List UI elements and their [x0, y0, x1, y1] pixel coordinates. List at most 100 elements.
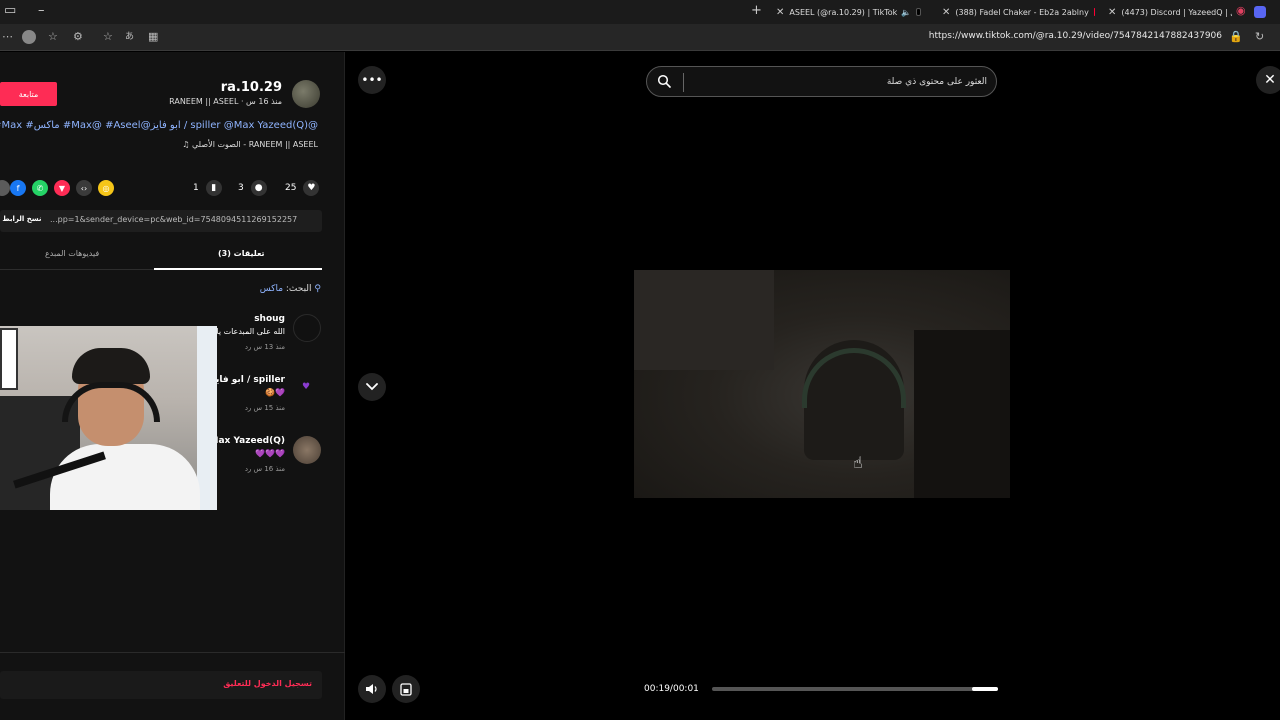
likes-count: 25: [285, 183, 297, 193]
more-options-button[interactable]: •••: [358, 66, 386, 94]
search-icon: ⚲: [314, 284, 321, 294]
tab-creator-videos[interactable]: فيديوهات المبدع: [45, 249, 99, 258]
sidebar-toggle-icon[interactable]: ▭: [4, 3, 16, 19]
search-prefix: البحث:: [285, 284, 312, 294]
close-viewer-button[interactable]: ✕: [1256, 66, 1280, 94]
embed-icon[interactable]: ‹›: [76, 180, 92, 196]
picture-in-picture-button[interactable]: [392, 675, 420, 703]
pip-icon: [400, 682, 412, 696]
webcam-overlay: [0, 326, 217, 510]
link-row: نسخ الرابط ...pp=1&sender_device=pc&web_…: [0, 210, 322, 232]
webcam-window-light: [197, 326, 217, 510]
video-link-text[interactable]: ...pp=1&sender_device=pc&web_id=75480945…: [50, 215, 297, 224]
search-separator: [683, 73, 684, 92]
webcam-hair: [72, 348, 150, 384]
webcam-shirt: [50, 444, 200, 510]
comment-meta[interactable]: منذ 13 س رد: [245, 343, 285, 351]
volume-button[interactable]: [358, 675, 386, 703]
search-icon[interactable]: [657, 74, 671, 88]
comment-avatar[interactable]: [293, 314, 321, 342]
favorites-icon[interactable]: ☆: [48, 30, 58, 44]
tab-close-icon[interactable]: ✕: [1108, 7, 1116, 18]
tab-tiktok[interactable]: ✕ ASEEL (@ra.10.29) | TikTok 🔈: [776, 3, 926, 21]
close-icon: ✕: [1264, 72, 1276, 88]
comment-author[interactable]: shoug: [254, 314, 285, 324]
tab-comments[interactable]: (3) تعليقات: [218, 249, 265, 258]
address-bar: ⋯ ☆ ⚙ ☆ あ ▦ https://www.tiktok.com/@ra.1…: [0, 24, 1280, 51]
telegram-icon[interactable]: ▼: [54, 180, 70, 196]
reload-icon[interactable]: ↻: [1255, 30, 1264, 44]
panel-tabs: فيديوهات المبدع (3) تعليقات: [0, 240, 322, 270]
search-box: [646, 66, 997, 97]
video-caption[interactable]: #Max #ماكس #Max@ #Aseel@ابو فايز / spill…: [0, 120, 318, 131]
webcam-headset: [62, 382, 160, 422]
bookmark-star-icon[interactable]: ☆: [103, 30, 113, 44]
more-share-icon[interactable]: ◎: [98, 180, 114, 196]
login-to-comment-bar[interactable]: تسجيل الدخول للتعليق: [0, 671, 322, 699]
creator-subline: RANEEM || ASEEL · منذ 16 س: [169, 97, 282, 106]
comment-text: 💜💜💜: [255, 449, 285, 458]
action-row: f ✆ ▼ ‹› ◎ 1 ▮ 3 ● 25 ♥: [0, 177, 345, 199]
whatsapp-icon[interactable]: ✆: [32, 180, 48, 196]
record-icon[interactable]: ◉: [1236, 3, 1246, 19]
bookmark-icon: ▮: [205, 180, 222, 196]
creator-avatar[interactable]: [292, 80, 320, 108]
menu-icon[interactable]: ⋯: [2, 30, 13, 44]
mute-tab-icon[interactable]: 🔈: [901, 8, 911, 17]
more-icon: •••: [361, 73, 383, 87]
creator-username[interactable]: ra.10.29: [221, 80, 282, 95]
minimize-icon[interactable]: –: [38, 3, 45, 19]
extensions-icon[interactable]: ⚙: [73, 30, 83, 44]
tiktok-icon: [916, 8, 921, 16]
next-video-button[interactable]: [358, 373, 386, 401]
follow-button[interactable]: متابعة: [0, 82, 57, 106]
comment-meta[interactable]: منذ 16 س رد: [245, 465, 285, 473]
comment-avatar[interactable]: [293, 436, 321, 464]
facebook-icon[interactable]: f: [10, 180, 26, 196]
comments-stat[interactable]: 3 ●: [238, 180, 267, 196]
tab-title: (388) Fadel Chaker - Eb2a 2ablny: [955, 7, 1089, 17]
comment-text: الله على المبدعات يا: [216, 327, 285, 336]
comment-search-hint[interactable]: البحث: ماكس ⚲: [260, 284, 321, 294]
playback-time: 00:19/00:01: [644, 684, 699, 694]
music-link[interactable]: ♫ الصوت الأصلي - RANEEM || ASEEL: [182, 140, 318, 149]
url-text[interactable]: https://www.tiktok.com/@ra.10.29/video/7…: [929, 31, 1222, 41]
video-player[interactable]: [634, 270, 1010, 498]
translate-icon[interactable]: あ: [125, 30, 134, 44]
tab-close-icon[interactable]: ✕: [942, 7, 950, 18]
comment-text: 🍪💜: [265, 388, 285, 397]
divider: [0, 652, 345, 653]
speaker-icon: [366, 684, 377, 694]
tab-title: (4473) Discord | YazeedQ | ي...: [1121, 7, 1232, 17]
comment-author[interactable]: Max Yazeed(Q): [210, 436, 286, 446]
video-background-shape: [914, 330, 1010, 498]
tab-discord[interactable]: ✕ (4473) Discord | YazeedQ | ي...: [1108, 3, 1232, 21]
browser-tab-bar: ▭ – + ✕ ASEEL (@ra.10.29) | TikTok 🔈 ✕ (…: [0, 0, 1280, 24]
comment-meta[interactable]: منذ 15 س رد: [245, 404, 285, 412]
active-tab-indicator: [154, 268, 322, 270]
comment-avatar[interactable]: ♥: [297, 379, 317, 399]
progress-bar[interactable]: [712, 687, 998, 691]
tab-youtube[interactable]: ✕ (388) Fadel Chaker - Eb2a 2ablny: [942, 3, 1100, 21]
search-keyword[interactable]: ماكس: [260, 284, 283, 294]
lock-icon[interactable]: 🔒: [1229, 30, 1243, 44]
split-screen-icon[interactable]: ▦: [148, 30, 158, 44]
login-to-comment-link[interactable]: تسجيل الدخول للتعليق: [223, 679, 312, 688]
video-background-shape: [634, 270, 774, 370]
share-icon[interactable]: [0, 180, 10, 196]
new-tab-button[interactable]: +: [751, 3, 762, 19]
youtube-icon: [1093, 8, 1095, 16]
comment-icon: ●: [250, 180, 267, 196]
copy-link-button[interactable]: نسخ الرابط: [0, 215, 44, 223]
discord-icon[interactable]: [1254, 6, 1266, 18]
saves-stat[interactable]: 1 ▮: [193, 180, 222, 196]
profile-icon[interactable]: [22, 30, 36, 44]
progress-fill: [972, 687, 998, 691]
heart-icon: ♥: [303, 180, 320, 196]
tab-close-icon[interactable]: ✕: [776, 7, 784, 18]
likes-stat[interactable]: 25 ♥: [285, 180, 320, 196]
search-input[interactable]: [687, 71, 987, 93]
chevron-down-icon: [366, 383, 378, 391]
comment-author[interactable]: ابو فايز / spiller: [210, 375, 285, 385]
hand-cursor-icon: ☝: [853, 453, 863, 472]
